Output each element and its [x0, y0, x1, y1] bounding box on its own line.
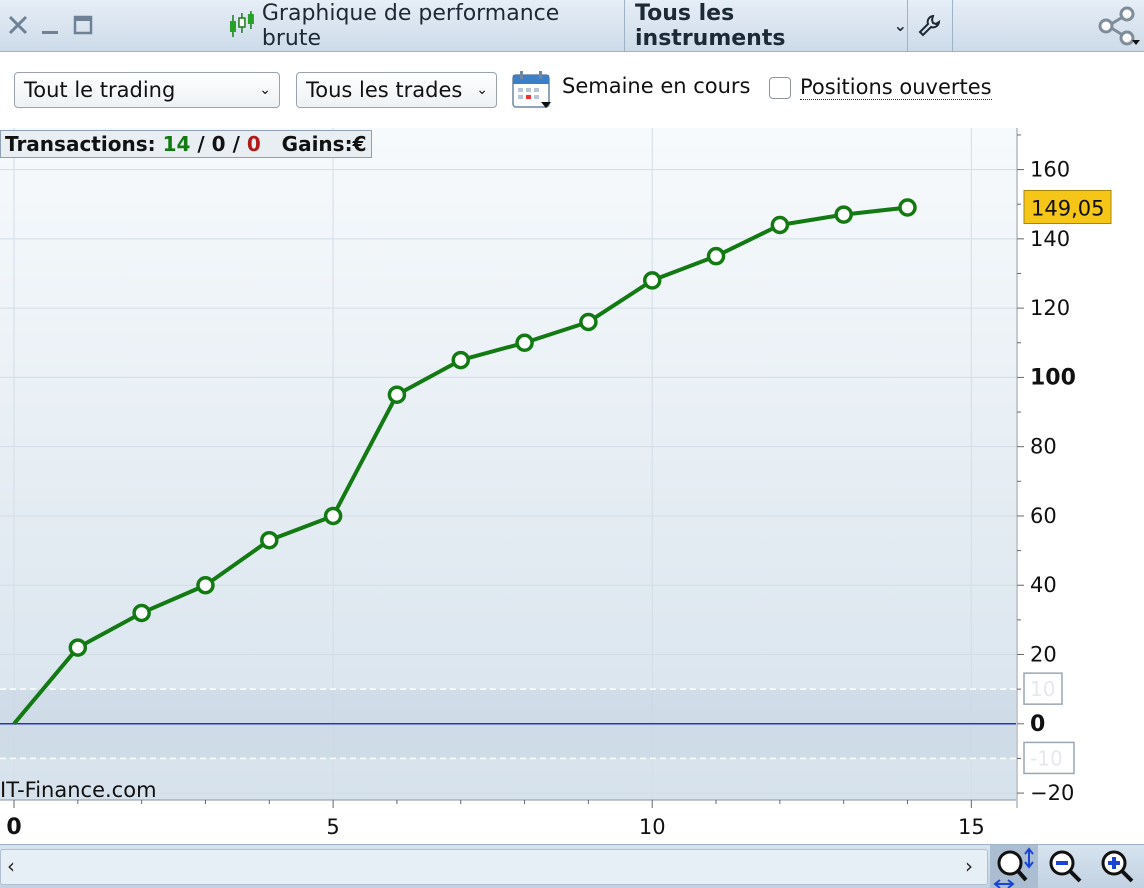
open-positions-checkbox[interactable] — [769, 77, 791, 99]
data-point — [196, 575, 215, 595]
zoom-auto-button[interactable] — [990, 845, 1038, 888]
losing-count: 0 — [246, 132, 261, 156]
zoom-in-button[interactable] — [1094, 845, 1142, 888]
gains-currency: € — [352, 132, 367, 156]
data-point — [898, 198, 917, 217]
x-tick-label: 0 — [6, 815, 21, 840]
y-tick-label: 120 — [1030, 296, 1070, 320]
watermark: IT-Finance.com — [0, 778, 157, 802]
minimize-icon[interactable] — [38, 10, 62, 40]
data-point — [68, 638, 88, 657]
period-label[interactable]: Semaine en cours — [562, 74, 751, 98]
performance-window: Graphique de performance brute Tous les … — [0, 0, 1144, 888]
wrench-icon[interactable] — [908, 0, 952, 51]
y-tick-label: 140 — [1030, 227, 1070, 251]
neutral-count: 0 — [211, 132, 226, 156]
y-tick-label: 20 — [1030, 643, 1057, 667]
chart-title-tab[interactable]: Graphique de performance brute — [226, 0, 624, 51]
candlestick-icon — [229, 10, 254, 37]
horizontal-scrollbar[interactable]: ‹ › — [0, 849, 988, 885]
y-tick-label: 100 — [1030, 365, 1076, 390]
separator: / — [197, 132, 205, 156]
chevron-down-icon: ⌄ — [893, 16, 907, 35]
data-point — [451, 350, 471, 370]
neutral-band — [0, 688, 1016, 760]
data-point — [260, 530, 279, 550]
scroll-right-icon[interactable]: › — [965, 854, 973, 878]
window-title: Graphique de performance brute — [261, 0, 560, 51]
zoom-out-button[interactable] — [1042, 845, 1090, 888]
transactions-label: Transactions: — [5, 132, 156, 156]
chevron-down-icon: ⌄ — [259, 82, 271, 98]
y-axis: −20 0 20 40 60 80 100 120 140 160 10 -10 149,05 — [1016, 128, 1112, 808]
filter-toolbar: Tout le trading ⌄ Tous les trades ⌄ Sema… — [0, 52, 1144, 128]
x-axis: 0 5 10 15 — [0, 799, 1016, 840]
data-point — [706, 246, 726, 266]
open-positions-label[interactable]: Positions ouvertes — [800, 75, 992, 100]
band-lower-label: -10 — [1030, 746, 1063, 770]
instrument-dropdown[interactable]: Tous les instruments ⌄ — [625, 0, 907, 51]
zoom-fit-icon — [993, 847, 1034, 888]
title-bar: Graphique de performance brute Tous les … — [0, 0, 1144, 52]
zoom-out-icon — [1049, 850, 1082, 883]
winning-count: 14 — [162, 132, 191, 156]
chevron-down-icon: ⌄ — [476, 82, 488, 98]
data-point — [323, 506, 343, 526]
instrument-dropdown-label: Tous les instruments — [635, 0, 786, 51]
close-icon[interactable] — [4, 10, 32, 40]
title-separator — [952, 0, 953, 51]
trades-select[interactable]: Tous les trades ⌄ — [296, 72, 497, 108]
performance-chart[interactable]: −20 0 20 40 60 80 100 120 140 160 10 -10 149,05 0 5 10… — [0, 128, 1144, 844]
bottom-bar: ‹ › — [0, 844, 1144, 888]
gains-label: Gains: — [281, 132, 353, 156]
x-tick-label: 5 — [326, 815, 339, 839]
x-tick-label: 15 — [958, 815, 985, 839]
data-point — [642, 271, 662, 290]
calendar-icon[interactable] — [511, 70, 553, 110]
y-tick-label: 40 — [1030, 573, 1057, 597]
y-tick-label: 80 — [1030, 435, 1057, 459]
trades-select-value: Tous les trades — [306, 78, 463, 102]
separator: / — [232, 132, 240, 156]
y-tick-label: −20 — [1030, 781, 1074, 805]
data-point — [770, 215, 790, 235]
x-tick-label: 10 — [639, 815, 666, 839]
share-icon[interactable] — [1094, 6, 1142, 46]
data-point — [132, 603, 151, 623]
y-tick-label: 160 — [1030, 158, 1070, 182]
band-upper-label: 10 — [1030, 677, 1055, 701]
data-point — [834, 205, 853, 224]
maximize-icon[interactable] — [70, 10, 96, 40]
data-point — [515, 333, 534, 353]
y-tick-label: 60 — [1030, 504, 1057, 528]
y-tick-label: 0 — [1030, 712, 1045, 737]
data-point — [579, 312, 598, 332]
trading-select[interactable]: Tout le trading ⌄ — [14, 72, 280, 108]
zoom-in-icon — [1101, 850, 1134, 883]
last-value-label: 149,05 — [1031, 196, 1104, 220]
trading-select-value: Tout le trading — [24, 78, 176, 102]
data-point — [387, 385, 407, 404]
chart-canvas[interactable]: −2002040608010012014016010-10149,05 0 5 10… — [0, 128, 1144, 844]
scroll-left-icon[interactable]: ‹ — [7, 854, 15, 878]
transactions-summary: Transactions: 14 / 0 / 0 Gains: € — [0, 130, 372, 158]
